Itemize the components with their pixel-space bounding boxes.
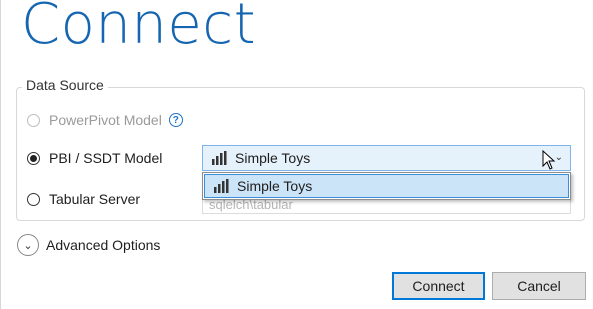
radio-button <box>27 113 40 127</box>
model-combobox-value: Simple Toys <box>235 150 311 166</box>
radio-powerpivot-model: PowerPivot Model ? <box>27 112 183 128</box>
cancel-button[interactable]: Cancel <box>492 272 586 300</box>
radio-pbi-ssdt-model[interactable]: PBI / SSDT Model <box>27 150 162 166</box>
model-combobox[interactable]: Simple Toys ⌄ <box>202 145 571 171</box>
page-title: Connect <box>21 0 257 57</box>
radio-button[interactable] <box>27 192 40 206</box>
radio-label: PowerPivot Model <box>49 112 162 128</box>
dropdown-item[interactable]: Simple Toys <box>204 174 569 198</box>
model-dropdown-list: Simple Toys <box>202 172 571 200</box>
power-bi-icon <box>212 150 227 165</box>
radio-label: PBI / SSDT Model <box>49 150 163 166</box>
radio-button[interactable] <box>27 151 40 165</box>
window-left-border <box>0 0 1 309</box>
radio-label: Tabular Server <box>49 191 141 207</box>
data-source-legend: Data Source <box>22 77 108 93</box>
chevron-down-icon[interactable]: ⌄ <box>17 234 39 256</box>
connect-button[interactable]: Connect <box>392 272 485 300</box>
power-bi-icon <box>214 178 229 193</box>
help-icon[interactable]: ? <box>168 113 183 127</box>
advanced-options-label: Advanced Options <box>46 237 161 253</box>
advanced-options-toggle[interactable]: ⌄ Advanced Options <box>17 234 160 256</box>
dropdown-item-label: Simple Toys <box>237 178 313 194</box>
mouse-cursor-icon <box>542 150 556 170</box>
radio-tabular-server[interactable]: Tabular Server <box>27 191 140 207</box>
